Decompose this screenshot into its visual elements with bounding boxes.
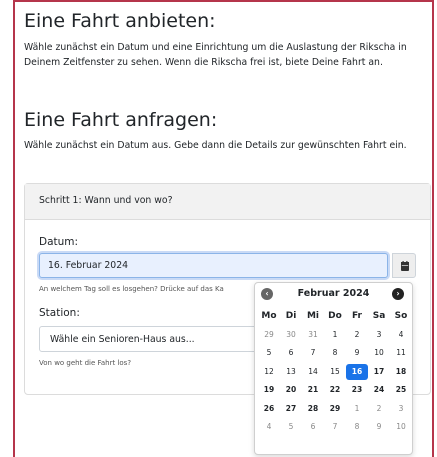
datepicker-week-row: 26 27 28 29 1 2 3 [258,400,412,419]
datepicker-day[interactable]: 7 [302,344,324,363]
datepicker-week-row: 4 5 6 7 8 9 10 [258,418,412,437]
datepicker-day[interactable]: 31 [302,326,324,345]
datepicker-day[interactable]: 4 [258,418,280,437]
datepicker-day[interactable]: 19 [258,381,280,400]
date-help-text: An welchem Tag soll es losgehen? Drücke … [39,285,224,293]
datepicker-day[interactable]: 21 [302,381,324,400]
datepicker-day[interactable]: 11 [390,344,412,363]
datepicker-day[interactable]: 17 [368,363,390,382]
datepicker-day[interactable]: 6 [302,418,324,437]
weekday-label: Fr [351,311,362,321]
weekday-label: Mi [306,311,320,321]
datepicker-popup: ‹ Februar 2024 › Mo Di Mi Do Fr Sa So 29 30 31 1 2 3… [254,282,413,455]
datepicker-day[interactable]: 1 [346,400,368,419]
datepicker-day[interactable]: 29 [324,400,346,419]
datepicker-month-title: Februar 2024 [297,288,370,299]
datepicker-week-row: 19 20 21 22 23 24 25 [258,381,412,400]
datepicker-day[interactable]: 5 [280,418,302,437]
datepicker-day[interactable]: 26 [258,400,280,419]
datepicker-day[interactable]: 3 [368,326,390,345]
datepicker-day[interactable]: 12 [258,363,280,382]
datepicker-day[interactable]: 15 [324,363,346,382]
weekday-label: Di [285,311,297,321]
datepicker-day[interactable]: 6 [280,344,302,363]
datepicker-header: ‹ Februar 2024 › [255,283,412,305]
datepicker-day[interactable]: 13 [280,363,302,382]
chevron-right-icon[interactable]: › [392,288,404,300]
step-card-header: Schritt 1: Wann und von wo? [25,184,430,220]
datepicker-day[interactable]: 7 [324,418,346,437]
datepicker-day[interactable]: 25 [390,381,412,400]
datepicker-weekday-row: Mo Di Mi Do Fr Sa So [258,307,412,326]
datepicker-day[interactable]: 2 [368,400,390,419]
request-description: Wähle zunächst ein Datum aus. Gebe dann … [24,140,407,151]
date-input[interactable]: 16. Februar 2024 [39,253,388,278]
datepicker-day[interactable]: 18 [390,363,412,382]
datepicker-day[interactable]: 10 [368,344,390,363]
station-help-text: Von wo geht die Fahrt los? [39,359,132,367]
datepicker-day[interactable]: 10 [390,418,412,437]
datepicker-day[interactable]: 27 [280,400,302,419]
date-label: Datum: [39,236,79,248]
calendar-icon [401,261,409,271]
datepicker-week-row: 12 13 14 15 16 17 18 [258,363,412,382]
offer-description: Wähle zunächst ein Datum und eine Einric… [24,42,407,68]
weekday-label: Mo [261,311,277,321]
request-title: Eine Fahrt anfragen: [24,109,218,131]
datepicker-day[interactable]: 9 [346,344,368,363]
offer-title: Eine Fahrt anbieten: [24,10,216,32]
datepicker-day[interactable]: 23 [346,381,368,400]
datepicker-day[interactable]: 3 [390,400,412,419]
datepicker-day-selected[interactable]: 16 [346,363,368,380]
datepicker-day[interactable]: 4 [390,326,412,345]
datepicker-day[interactable]: 8 [324,344,346,363]
datepicker-day[interactable]: 24 [368,381,390,400]
datepicker-day[interactable]: 22 [324,381,346,400]
datepicker-day[interactable]: 5 [258,344,280,363]
datepicker-day[interactable]: 1 [324,326,346,345]
datepicker-day[interactable]: 2 [346,326,368,345]
datepicker-day[interactable]: 30 [280,326,302,345]
datepicker-day[interactable]: 29 [258,326,280,345]
datepicker-day[interactable]: 20 [280,381,302,400]
datepicker-week-row: 5 6 7 8 9 10 11 [258,344,412,363]
datepicker-day[interactable]: 9 [368,418,390,437]
weekday-label: So [394,311,408,321]
datepicker-grid: Mo Di Mi Do Fr Sa So 29 30 31 1 2 3 4 5 6 7 8 9 10 11 12 13 14 1… [258,307,412,437]
datepicker-day[interactable]: 28 [302,400,324,419]
station-select[interactable]: Wähle ein Senioren-Haus aus... [39,326,259,352]
datepicker-day[interactable]: 8 [346,418,368,437]
weekday-label: Sa [372,311,386,321]
station-label: Station: [39,307,80,319]
weekday-label: Do [328,311,342,321]
datepicker-week-row: 29 30 31 1 2 3 4 [258,326,412,345]
datepicker-day[interactable]: 14 [302,363,324,382]
calendar-button[interactable] [392,253,416,278]
